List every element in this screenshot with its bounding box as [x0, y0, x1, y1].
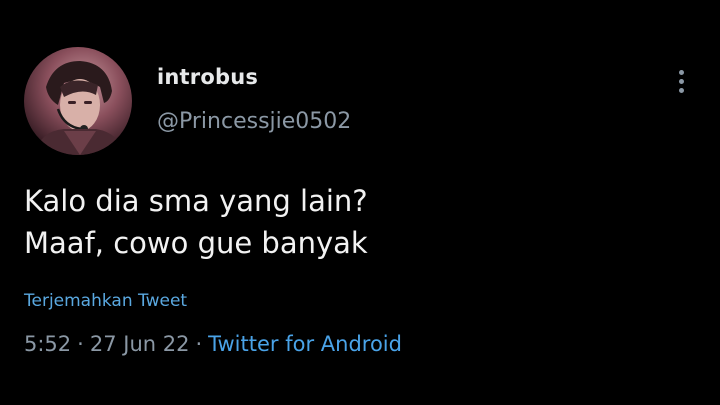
tweet-time[interactable]: 5:52 [24, 332, 71, 356]
tweet-text-line: Kalo dia sma yang lain? [24, 184, 368, 218]
tweet-card: introbus @Princessjie0502 Kalo dia sma y… [0, 0, 720, 405]
tweet-header: introbus @Princessjie0502 [157, 62, 351, 136]
tweet-text: Kalo dia sma yang lain? Maaf, cowo gue b… [24, 180, 664, 264]
display-name[interactable]: introbus [157, 62, 351, 92]
user-handle[interactable]: @Princessjie0502 [157, 108, 351, 136]
tweet-text-line: Maaf, cowo gue banyak [24, 226, 368, 260]
tweet-meta: 5:52 · 27 Jun 22 · Twitter for Android [24, 328, 402, 360]
translate-tweet-link[interactable]: Terjemahkan Tweet [24, 288, 187, 314]
avatar-image [34, 61, 124, 155]
avatar[interactable] [24, 47, 132, 155]
more-dot [678, 78, 684, 84]
meta-separator: · [195, 332, 203, 356]
tweet-date[interactable]: 27 Jun 22 [90, 332, 190, 356]
more-options-button[interactable] [666, 64, 696, 98]
tweet-source-link[interactable]: Twitter for Android [208, 332, 402, 356]
more-vertical-icon [678, 69, 684, 75]
more-dot [678, 87, 684, 93]
meta-separator: · [77, 332, 84, 356]
